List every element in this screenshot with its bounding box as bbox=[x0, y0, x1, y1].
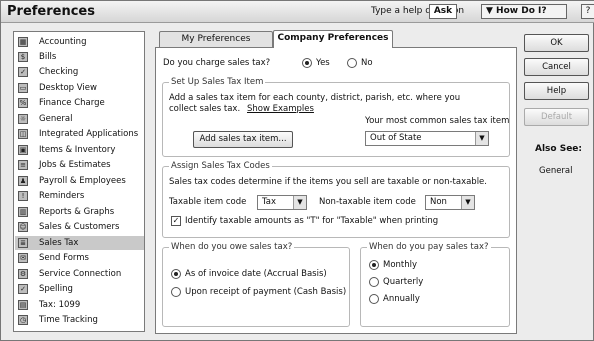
company-preferences-panel: Do you charge sales tax? Yes No Set Up S… bbox=[155, 47, 517, 334]
charge-yes-radio[interactable] bbox=[302, 58, 312, 68]
reminders-icon: ! bbox=[18, 191, 28, 201]
sidebar-item-accounting[interactable]: ▦ Accounting bbox=[15, 35, 144, 49]
sidebar-item-jobs-estimates[interactable]: ≡ Jobs & Estimates bbox=[15, 158, 144, 172]
charge-no-radio[interactable] bbox=[347, 58, 357, 68]
assign-description: Sales tax codes determine if the items y… bbox=[169, 177, 487, 187]
ok-button[interactable]: OK bbox=[524, 34, 589, 52]
sidebar-item-reminders[interactable]: ! Reminders bbox=[15, 189, 144, 203]
pay-group-title: When do you pay sales tax? bbox=[367, 242, 491, 252]
tax-1099-icon: ▤ bbox=[18, 300, 28, 310]
send-forms-icon: ✉ bbox=[18, 253, 28, 263]
tab-company-preferences[interactable]: Company Preferences bbox=[273, 30, 393, 48]
owe-cash-radio[interactable] bbox=[171, 287, 181, 297]
sidebar-item-tax-1099[interactable]: ▤ Tax: 1099 bbox=[15, 298, 144, 312]
sales-tax-icon: ≣ bbox=[18, 238, 28, 248]
sidebar-item-checking[interactable]: ✓ Checking bbox=[15, 65, 144, 79]
owe-accrual-label: As of invoice date (Accrual Basis) bbox=[185, 269, 327, 279]
setup-description-line1: Add a sales tax item for each county, di… bbox=[169, 93, 461, 103]
sales-customers-icon: ☺ bbox=[18, 222, 28, 232]
sidebar-item-reports-graphs[interactable]: ▥ Reports & Graphs bbox=[15, 205, 144, 219]
bills-icon: $ bbox=[18, 52, 28, 62]
assign-tax-codes-group: Assign Sales Tax Codes Sales tax codes d… bbox=[162, 161, 510, 238]
window-title: Preferences bbox=[7, 4, 95, 19]
general-link[interactable]: General bbox=[539, 166, 573, 176]
sidebar-item-sales-customers[interactable]: ☺ Sales & Customers bbox=[15, 220, 144, 234]
pay-monthly-radio[interactable] bbox=[369, 260, 379, 270]
chevron-down-icon[interactable]: ▼ bbox=[475, 132, 488, 145]
items-inventory-icon: ▣ bbox=[18, 145, 28, 155]
pay-annually-label: Annually bbox=[383, 294, 420, 304]
owe-accrual-radio[interactable] bbox=[171, 269, 181, 279]
time-tracking-icon: ◷ bbox=[18, 315, 28, 325]
spelling-icon: ✓ bbox=[18, 284, 28, 294]
reports-graphs-icon: ▥ bbox=[18, 207, 28, 217]
taxable-code-value: Tax bbox=[262, 197, 277, 207]
integrated-applications-icon: ◫ bbox=[18, 129, 28, 139]
checking-icon: ✓ bbox=[18, 67, 28, 77]
help-icon[interactable]: ? bbox=[581, 4, 594, 19]
finance-charge-icon: % bbox=[18, 98, 28, 108]
how-do-i-button[interactable]: ▼ How Do I? bbox=[481, 4, 567, 19]
owe-sales-tax-group: When do you owe sales tax? As of invoice… bbox=[162, 242, 350, 327]
title-bar: Preferences Type a help question Ask ▼ H… bbox=[1, 1, 594, 23]
sidebar-item-service-connection[interactable]: ⚙ Service Connection bbox=[15, 267, 144, 281]
taxable-code-label: Taxable item code bbox=[169, 197, 247, 207]
sidebar-item-sales-tax[interactable]: ≣ Sales Tax bbox=[15, 236, 144, 250]
sidebar-item-desktop-view[interactable]: ▭ Desktop View bbox=[15, 81, 144, 95]
ask-button[interactable]: Ask bbox=[429, 4, 457, 19]
help-button[interactable]: Help bbox=[524, 82, 589, 100]
taxable-code-select[interactable]: Tax ▼ bbox=[257, 195, 307, 210]
charge-yes-label: Yes bbox=[316, 58, 330, 68]
common-tax-item-label: Your most common sales tax item bbox=[365, 116, 510, 126]
charge-no-label: No bbox=[361, 58, 373, 68]
common-tax-item-value: Out of State bbox=[370, 133, 422, 143]
jobs-estimates-icon: ≡ bbox=[18, 160, 28, 170]
tab-my-preferences[interactable]: My Preferences bbox=[159, 31, 273, 48]
pay-sales-tax-group: When do you pay sales tax? Monthly Quart… bbox=[360, 242, 510, 327]
desktop-view-icon: ▭ bbox=[18, 83, 28, 93]
setup-group-title: Set Up Sales Tax Item bbox=[169, 77, 266, 87]
sidebar-item-items-inventory[interactable]: ▣ Items & Inventory bbox=[15, 143, 144, 157]
owe-group-title: When do you owe sales tax? bbox=[169, 242, 295, 252]
cancel-button[interactable]: Cancel bbox=[524, 58, 589, 76]
service-connection-icon: ⚙ bbox=[18, 269, 28, 279]
sidebar-item-integrated-applications[interactable]: ◫ Integrated Applications bbox=[15, 127, 144, 141]
default-button[interactable]: Default bbox=[524, 108, 589, 126]
owe-cash-label: Upon receipt of payment (Cash Basis) bbox=[185, 287, 347, 297]
add-sales-tax-item-button[interactable]: Add sales tax item... bbox=[193, 131, 293, 148]
payroll-employees-icon: ♟ bbox=[18, 176, 28, 186]
setup-description-line2: collect sales tax. bbox=[169, 104, 241, 114]
show-examples-link[interactable]: Show Examples bbox=[247, 104, 314, 114]
pay-quarterly-label: Quarterly bbox=[383, 277, 424, 287]
sidebar-item-general[interactable]: ☼ General bbox=[15, 112, 144, 126]
sidebar-item-bills[interactable]: $ Bills bbox=[15, 50, 144, 64]
common-tax-item-select[interactable]: Out of State ▼ bbox=[365, 131, 489, 146]
accounting-icon: ▦ bbox=[18, 37, 28, 47]
charge-sales-tax-question: Do you charge sales tax? bbox=[163, 58, 271, 68]
pay-annually-radio[interactable] bbox=[369, 294, 379, 304]
preferences-sidebar: ▦ Accounting $ Bills ✓ Checking ▭ Desktop Vi… bbox=[13, 31, 145, 332]
nontaxable-code-value: Non bbox=[430, 197, 447, 207]
setup-sales-tax-group: Set Up Sales Tax Item Add a sales tax it… bbox=[162, 77, 510, 157]
sidebar-item-payroll-employees[interactable]: ♟ Payroll & Employees bbox=[15, 174, 144, 188]
identify-taxable-label: Identify taxable amounts as "T" for "Tax… bbox=[185, 216, 439, 226]
sidebar-item-send-forms[interactable]: ✉ Send Forms bbox=[15, 251, 144, 265]
sidebar-item-time-tracking[interactable]: ◷ Time Tracking bbox=[15, 313, 144, 327]
pay-monthly-label: Monthly bbox=[383, 260, 418, 270]
sidebar-item-finance-charge[interactable]: % Finance Charge bbox=[15, 96, 144, 110]
preferences-window: Preferences Type a help question Ask ▼ H… bbox=[0, 0, 594, 341]
also-see-label: Also See: bbox=[535, 144, 583, 154]
pay-quarterly-radio[interactable] bbox=[369, 277, 379, 287]
nontaxable-code-label: Non-taxable item code bbox=[319, 197, 416, 207]
chevron-down-icon[interactable]: ▼ bbox=[293, 196, 306, 209]
identify-taxable-checkbox[interactable]: ✓ bbox=[171, 216, 181, 226]
general-icon: ☼ bbox=[18, 114, 28, 124]
nontaxable-code-select[interactable]: Non ▼ bbox=[425, 195, 475, 210]
chevron-down-icon[interactable]: ▼ bbox=[461, 196, 474, 209]
sidebar-item-spelling[interactable]: ✓ Spelling bbox=[15, 282, 144, 296]
assign-group-title: Assign Sales Tax Codes bbox=[169, 161, 272, 171]
